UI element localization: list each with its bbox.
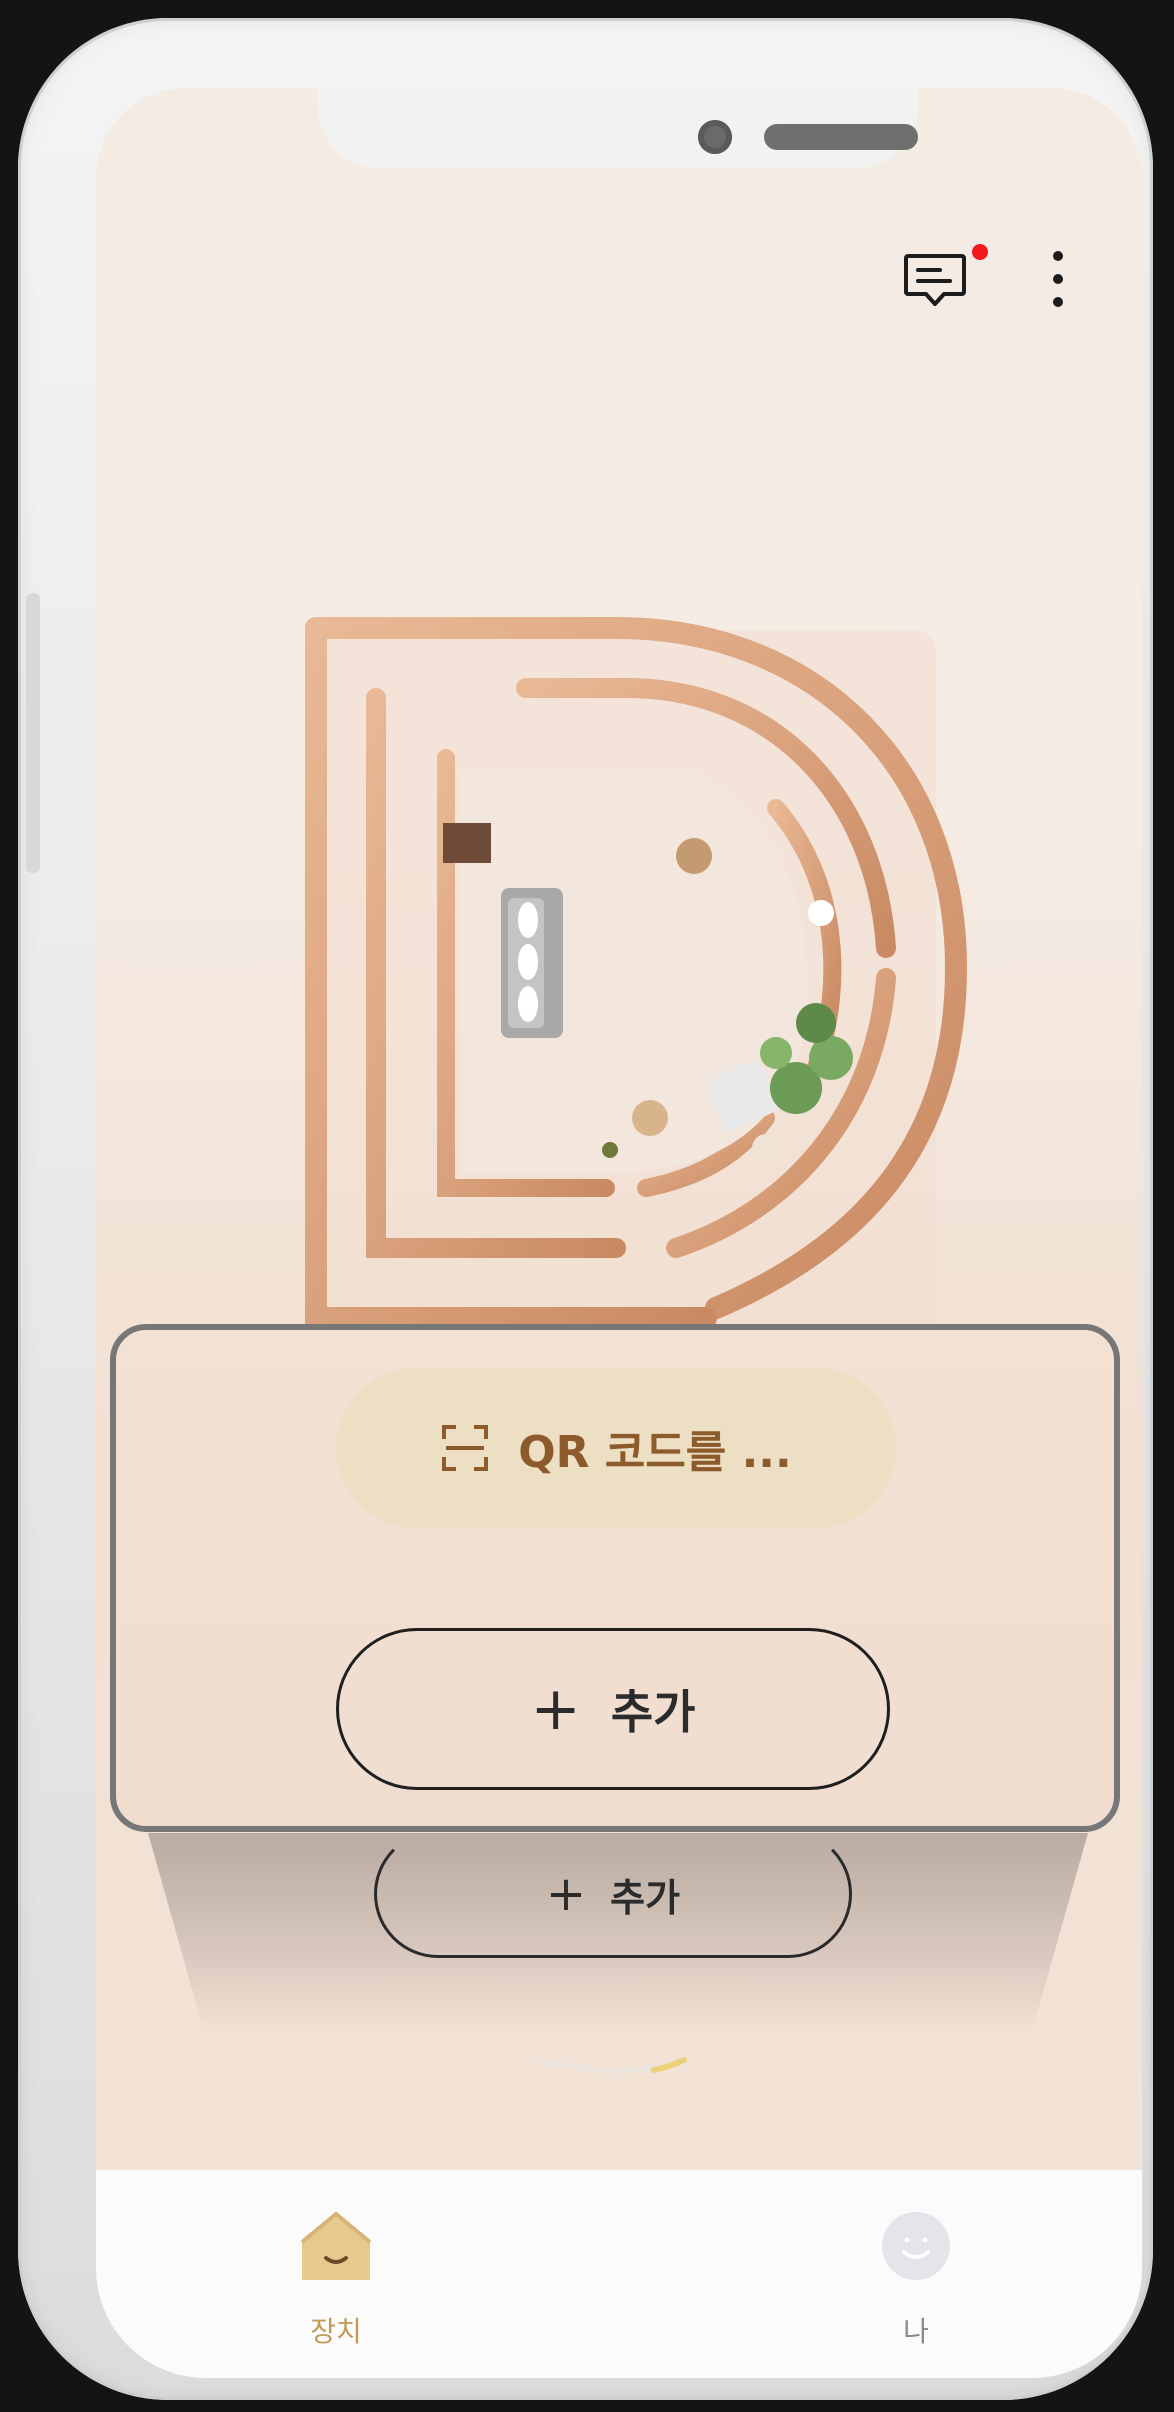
- notch: [318, 88, 918, 168]
- tab-me-label: 나: [903, 2315, 929, 2348]
- action-card: QR 코드를 ... + 추가: [110, 1324, 1120, 1832]
- plus-icon: +: [530, 1674, 581, 1744]
- front-camera: [698, 120, 732, 154]
- maze-letter-d-illustration: [305, 617, 968, 1330]
- phone-frame: QR 코드를 ... + 추가 + 추가 장치 나: [18, 18, 1153, 2400]
- scan-qr-button[interactable]: QR 코드를 ...: [336, 1368, 896, 1528]
- add-device-label: 추가: [610, 1685, 696, 1739]
- tab-devices-label: 장치: [310, 2315, 362, 2348]
- add-device-button[interactable]: + 추가: [336, 1628, 890, 1790]
- more-vertical-icon[interactable]: [1046, 248, 1070, 310]
- scan-qr-label: QR 코드를 ...: [518, 1427, 792, 1478]
- tab-me[interactable]: 나: [816, 2170, 1016, 2378]
- profile-icon: [882, 2212, 950, 2280]
- add-device-button-secondary[interactable]: + 추가: [374, 1830, 852, 1958]
- bottom-tab-bar: 장치 나: [96, 2170, 1142, 2378]
- plus-icon: +: [545, 1866, 587, 1922]
- tab-devices[interactable]: 장치: [236, 2170, 436, 2378]
- page-indicator: [541, 2057, 687, 2073]
- home-icon: [300, 2212, 372, 2280]
- notification-dot: [972, 244, 988, 260]
- message-icon[interactable]: [902, 248, 968, 314]
- app-screen: QR 코드를 ... + 추가 + 추가 장치 나: [96, 88, 1142, 2378]
- qr-scan-icon: [442, 1425, 489, 1471]
- add-device-label-secondary: 추가: [610, 1875, 681, 1920]
- side-button: [26, 593, 40, 873]
- earpiece-speaker: [764, 124, 918, 150]
